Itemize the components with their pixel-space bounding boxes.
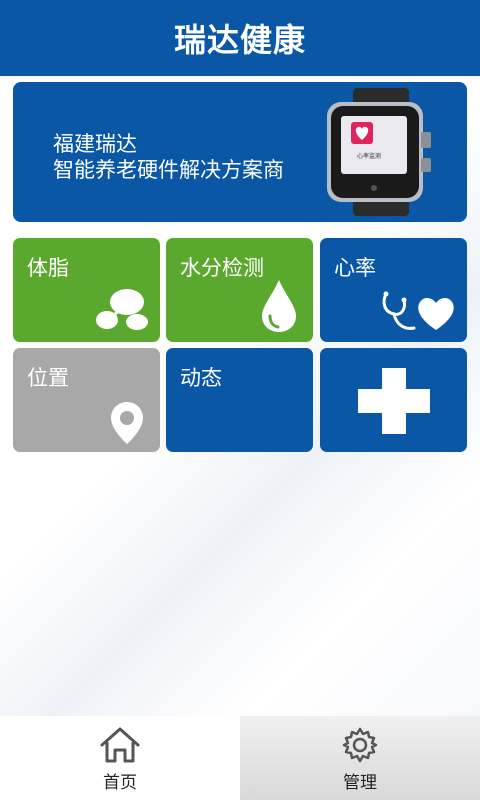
banner-tagline: 智能养老硬件解决方案商 (53, 158, 284, 182)
tile-location-label: 位置 (27, 366, 69, 390)
smartwatch-image: 心率监测 (327, 88, 431, 216)
tile-body-fat[interactable]: 体脂 (13, 238, 160, 342)
tab-home[interactable]: 首页 (0, 716, 240, 800)
plus-icon (358, 368, 430, 434)
watch-screen-text: 心率监测 (357, 152, 381, 160)
tile-heart-rate-label: 心率 (334, 256, 376, 280)
stethoscope-heart-icon (382, 291, 454, 330)
tile-water-detection[interactable]: 水分检测 (166, 238, 313, 342)
home-icon (100, 727, 140, 763)
tile-add[interactable] (320, 348, 467, 452)
tile-body-fat-label: 体脂 (27, 256, 69, 280)
body-fat-bubbles-icon (96, 289, 148, 330)
tab-manage[interactable]: 管理 (240, 716, 480, 800)
tile-activity-label: 动态 (180, 366, 222, 390)
tab-manage-label: 管理 (343, 773, 377, 793)
location-pin-icon (111, 402, 143, 444)
promo-banner[interactable]: 福建瑞达 智能养老硬件解决方案商 心率监测 (13, 82, 467, 222)
page-title: 瑞达健康 (173, 21, 306, 59)
tab-home-label: 首页 (103, 773, 137, 793)
app-header: 瑞达健康 (0, 0, 480, 76)
tile-heart-rate[interactable]: 心率 (320, 238, 467, 342)
gear-icon (342, 727, 378, 763)
bottom-tab-bar: 首页 管理 (0, 716, 480, 800)
tile-activity[interactable]: 动态 (166, 348, 313, 452)
tile-location[interactable]: 位置 (13, 348, 160, 452)
tile-water-detection-label: 水分检测 (180, 256, 264, 280)
water-drop-icon (262, 280, 296, 332)
